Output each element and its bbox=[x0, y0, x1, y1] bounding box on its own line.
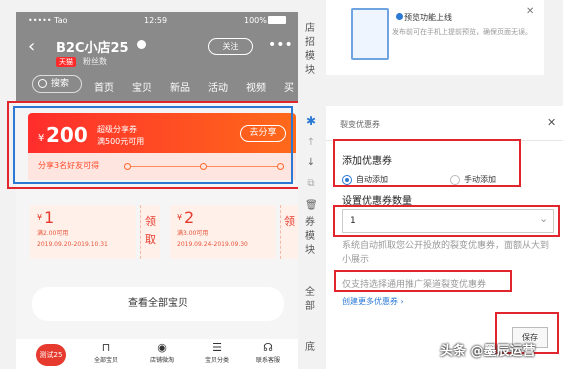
status-bar: ••••• Tao 12:59 100% bbox=[16, 12, 298, 30]
claim-button[interactable]: 领取 bbox=[140, 205, 160, 259]
headset-icon: ☊ bbox=[263, 341, 273, 354]
rail-label-shop-sign[interactable]: 店 招 模 块 bbox=[303, 22, 317, 78]
highlight-box-red bbox=[333, 205, 560, 237]
view-all-items-button[interactable]: 查看全部宝贝 bbox=[32, 287, 284, 321]
coupon-currency: ¥ bbox=[177, 213, 183, 222]
close-icon[interactable]: ✕ bbox=[526, 6, 534, 17]
rail-char: 部 bbox=[305, 301, 315, 312]
bottom-item-label: 宝贝分类 bbox=[204, 357, 229, 364]
rail-char: 招 bbox=[305, 37, 315, 48]
coupon-card: ¥ 2 满3.00可用 2019.09.24-2019.09.30 bbox=[170, 205, 276, 259]
preview-description: 发布前可在手机上提前预览，确保页面无误。 bbox=[392, 28, 532, 36]
delete-icon[interactable]: 🗑 bbox=[305, 200, 318, 211]
coupon-card: ¥ 1 满2.00可用 2019.09.20-2019.10.31 bbox=[30, 205, 136, 259]
store-name: B2C小店25 bbox=[56, 41, 129, 56]
tab-items[interactable]: 宝贝 bbox=[132, 79, 152, 94]
info-dot-icon bbox=[396, 13, 403, 20]
back-chevron-icon[interactable]: ‹ bbox=[28, 37, 35, 57]
move-down-icon[interactable]: ↓ bbox=[305, 157, 317, 168]
rail-char: 店 bbox=[305, 23, 315, 34]
follow-label: 关注 bbox=[222, 42, 239, 51]
close-icon[interactable]: ✕ bbox=[547, 116, 556, 129]
claim-button[interactable]: 领 bbox=[280, 205, 298, 259]
create-coupon-link[interactable]: 创建更多优惠券 › bbox=[342, 296, 404, 307]
broadcast-icon: ◉ bbox=[157, 341, 167, 354]
rail-char: 块 bbox=[305, 245, 315, 256]
tab-home[interactable]: 首页 bbox=[94, 79, 114, 94]
coupon-currency: ¥ bbox=[37, 213, 43, 222]
watermark: 头条 @墨辰运营 bbox=[440, 344, 536, 359]
verified-icon bbox=[137, 40, 146, 49]
tab-video[interactable]: 视频 bbox=[246, 79, 266, 94]
bottom-item-category[interactable]: ☰ 宝贝分类 bbox=[197, 341, 237, 364]
bottom-item-all[interactable]: ⊓ 全部宝贝 bbox=[86, 341, 126, 364]
tab-events[interactable]: 活动 bbox=[208, 79, 228, 94]
rail-char: 模 bbox=[305, 231, 315, 242]
preview-notice-card: 预览功能上线 发布前可在手机上提前预览，确保页面无误。 ✕ bbox=[326, 0, 544, 75]
follow-button[interactable]: 关注 bbox=[208, 38, 253, 55]
coupon-condition: 满2.00可用 bbox=[37, 230, 69, 237]
store-header: ••••• Tao 12:59 100% ‹ B2C小店25 天猫 粉丝数 关注… bbox=[16, 12, 298, 102]
phone-preview: ••••• Tao 12:59 100% ‹ B2C小店25 天猫 粉丝数 关注… bbox=[16, 12, 298, 369]
bottom-bar: 测试25 ⊓ 全部宝贝 ◉ 店铺微淘 ☰ 宝贝分类 ☊ 联系客服 bbox=[16, 339, 298, 369]
bottom-item-feed[interactable]: ◉ 店铺微淘 bbox=[142, 341, 182, 364]
highlight-box-red bbox=[333, 139, 521, 187]
store-badge[interactable]: 测试25 bbox=[36, 344, 66, 366]
rail-char: 全 bbox=[305, 287, 315, 298]
fans-label: 粉丝数 bbox=[83, 57, 107, 66]
phone-preview-illustration-icon bbox=[351, 8, 389, 60]
module-side-rail: 店 招 模 块 ✱ ↑ ↓ ⧉ 🗑 券 模 块 全 部 底 bbox=[298, 12, 324, 369]
clock-text: 12:59 bbox=[144, 16, 168, 25]
bottom-item-label: 联系客服 bbox=[255, 357, 280, 364]
move-up-icon[interactable]: ↑ bbox=[305, 137, 317, 148]
highlight-box-red bbox=[334, 270, 512, 292]
selected-module-outline bbox=[13, 106, 293, 184]
bottom-item-service[interactable]: ☊ 联系客服 bbox=[248, 341, 288, 364]
rail-char: 块 bbox=[305, 65, 315, 76]
rail-char: 底 bbox=[305, 342, 315, 353]
tab-buy[interactable]: 买 bbox=[284, 79, 294, 94]
preview-title: 预览功能上线 bbox=[404, 13, 452, 22]
carrier-text: ••••• Tao bbox=[28, 16, 68, 25]
gear-icon[interactable]: ✱ bbox=[305, 114, 317, 128]
search-icon bbox=[38, 79, 47, 88]
copy-icon[interactable]: ⧉ bbox=[305, 178, 317, 189]
panel-title: 裂变优惠券 bbox=[340, 120, 380, 129]
list-icon: ☰ bbox=[212, 341, 222, 354]
bottom-item-label: 店铺微淘 bbox=[149, 357, 174, 364]
tab-new[interactable]: 新品 bbox=[170, 79, 190, 94]
search-button[interactable]: 搜索 bbox=[32, 75, 82, 93]
coupon-condition: 满3.00可用 bbox=[177, 230, 209, 237]
more-dots-icon[interactable]: ••• bbox=[268, 37, 293, 53]
coupon-amount: 2 bbox=[184, 208, 195, 227]
search-label: 搜索 bbox=[51, 79, 70, 89]
tmall-tag: 天猫 bbox=[56, 57, 76, 67]
rail-label-all[interactable]: 全 部 bbox=[303, 286, 317, 314]
rail-char: 券 bbox=[305, 217, 315, 228]
battery-text: 100% bbox=[244, 16, 267, 25]
auto-fetch-description: 系统自动抓取您公开投放的裂变优惠券，面额从大到小展示 bbox=[342, 241, 550, 265]
rail-char: 模 bbox=[305, 51, 315, 62]
coupon-dates: 2019.09.20-2019.10.31 bbox=[37, 241, 108, 248]
bottom-item-label: 全部宝贝 bbox=[93, 357, 118, 364]
rail-label-bottom[interactable]: 底 bbox=[303, 341, 317, 355]
bag-icon: ⊓ bbox=[101, 341, 111, 354]
store-nav-row: ‹ B2C小店25 天猫 粉丝数 关注 ••• bbox=[16, 34, 298, 74]
battery-icon bbox=[268, 16, 286, 24]
rail-label-coupon-module[interactable]: 券 模 块 bbox=[303, 216, 317, 258]
coupon-amount: 1 bbox=[44, 208, 55, 227]
coupon-dates: 2019.09.24-2019.09.30 bbox=[177, 241, 248, 248]
